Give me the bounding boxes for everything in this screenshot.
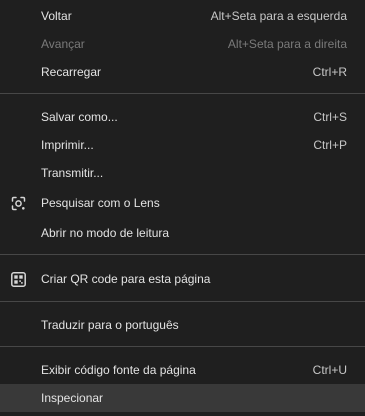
menu-item-back[interactable]: Voltar Alt+Seta para a esquerda [0, 2, 365, 30]
menu-item-shortcut: Ctrl+S [313, 110, 347, 124]
menu-separator [0, 346, 365, 347]
menu-item-create-qr-code[interactable]: Criar QR code para esta página [0, 265, 365, 293]
menu-item-label: Pesquisar com o Lens [41, 196, 160, 210]
menu-item-label: Exibir código fonte da página [41, 363, 196, 377]
menu-item-shortcut: Alt+Seta para a esquerda [210, 9, 347, 23]
menu-item-print[interactable]: Imprimir... Ctrl+P [0, 131, 365, 159]
menu-item-translate[interactable]: Traduzir para o português [0, 311, 365, 339]
menu-item-label: Voltar [41, 9, 72, 23]
menu-item-label: Imprimir... [41, 138, 94, 152]
menu-separator [0, 254, 365, 255]
menu-item-label: Recarregar [41, 65, 102, 79]
menu-item-forward: Avançar Alt+Seta para a direita [0, 30, 365, 58]
qr-code-icon [11, 271, 26, 287]
menu-item-shortcut: Ctrl+U [312, 363, 347, 377]
menu-item-inspect[interactable]: Inspecionar [0, 384, 365, 412]
menu-item-reading-mode[interactable]: Abrir no modo de leitura [0, 219, 365, 247]
menu-separator [0, 301, 365, 302]
menu-separator [0, 93, 365, 94]
menu-item-label: Criar QR code para esta página [41, 272, 211, 286]
menu-item-shortcut: Ctrl+P [313, 138, 347, 152]
menu-item-save-as[interactable]: Salvar como... Ctrl+S [0, 103, 365, 131]
menu-item-search-with-lens[interactable]: Pesquisar com o Lens [0, 189, 365, 217]
menu-item-label: Inspecionar [41, 391, 104, 405]
menu-item-label: Avançar [41, 37, 85, 51]
menu-item-shortcut: Ctrl+R [312, 65, 347, 79]
menu-item-shortcut: Alt+Seta para a direita [227, 37, 347, 51]
context-menu: Voltar Alt+Seta para a esquerda Avançar … [0, 0, 365, 416]
menu-item-label: Salvar como... [41, 110, 118, 124]
menu-item-label: Abrir no modo de leitura [41, 226, 170, 240]
menu-item-cast[interactable]: Transmitir... [0, 159, 365, 187]
lens-icon [11, 196, 26, 211]
menu-item-label: Traduzir para o português [41, 318, 179, 332]
menu-item-view-source[interactable]: Exibir código fonte da página Ctrl+U [0, 356, 365, 384]
menu-item-label: Transmitir... [41, 166, 104, 180]
menu-item-reload[interactable]: Recarregar Ctrl+R [0, 58, 365, 86]
